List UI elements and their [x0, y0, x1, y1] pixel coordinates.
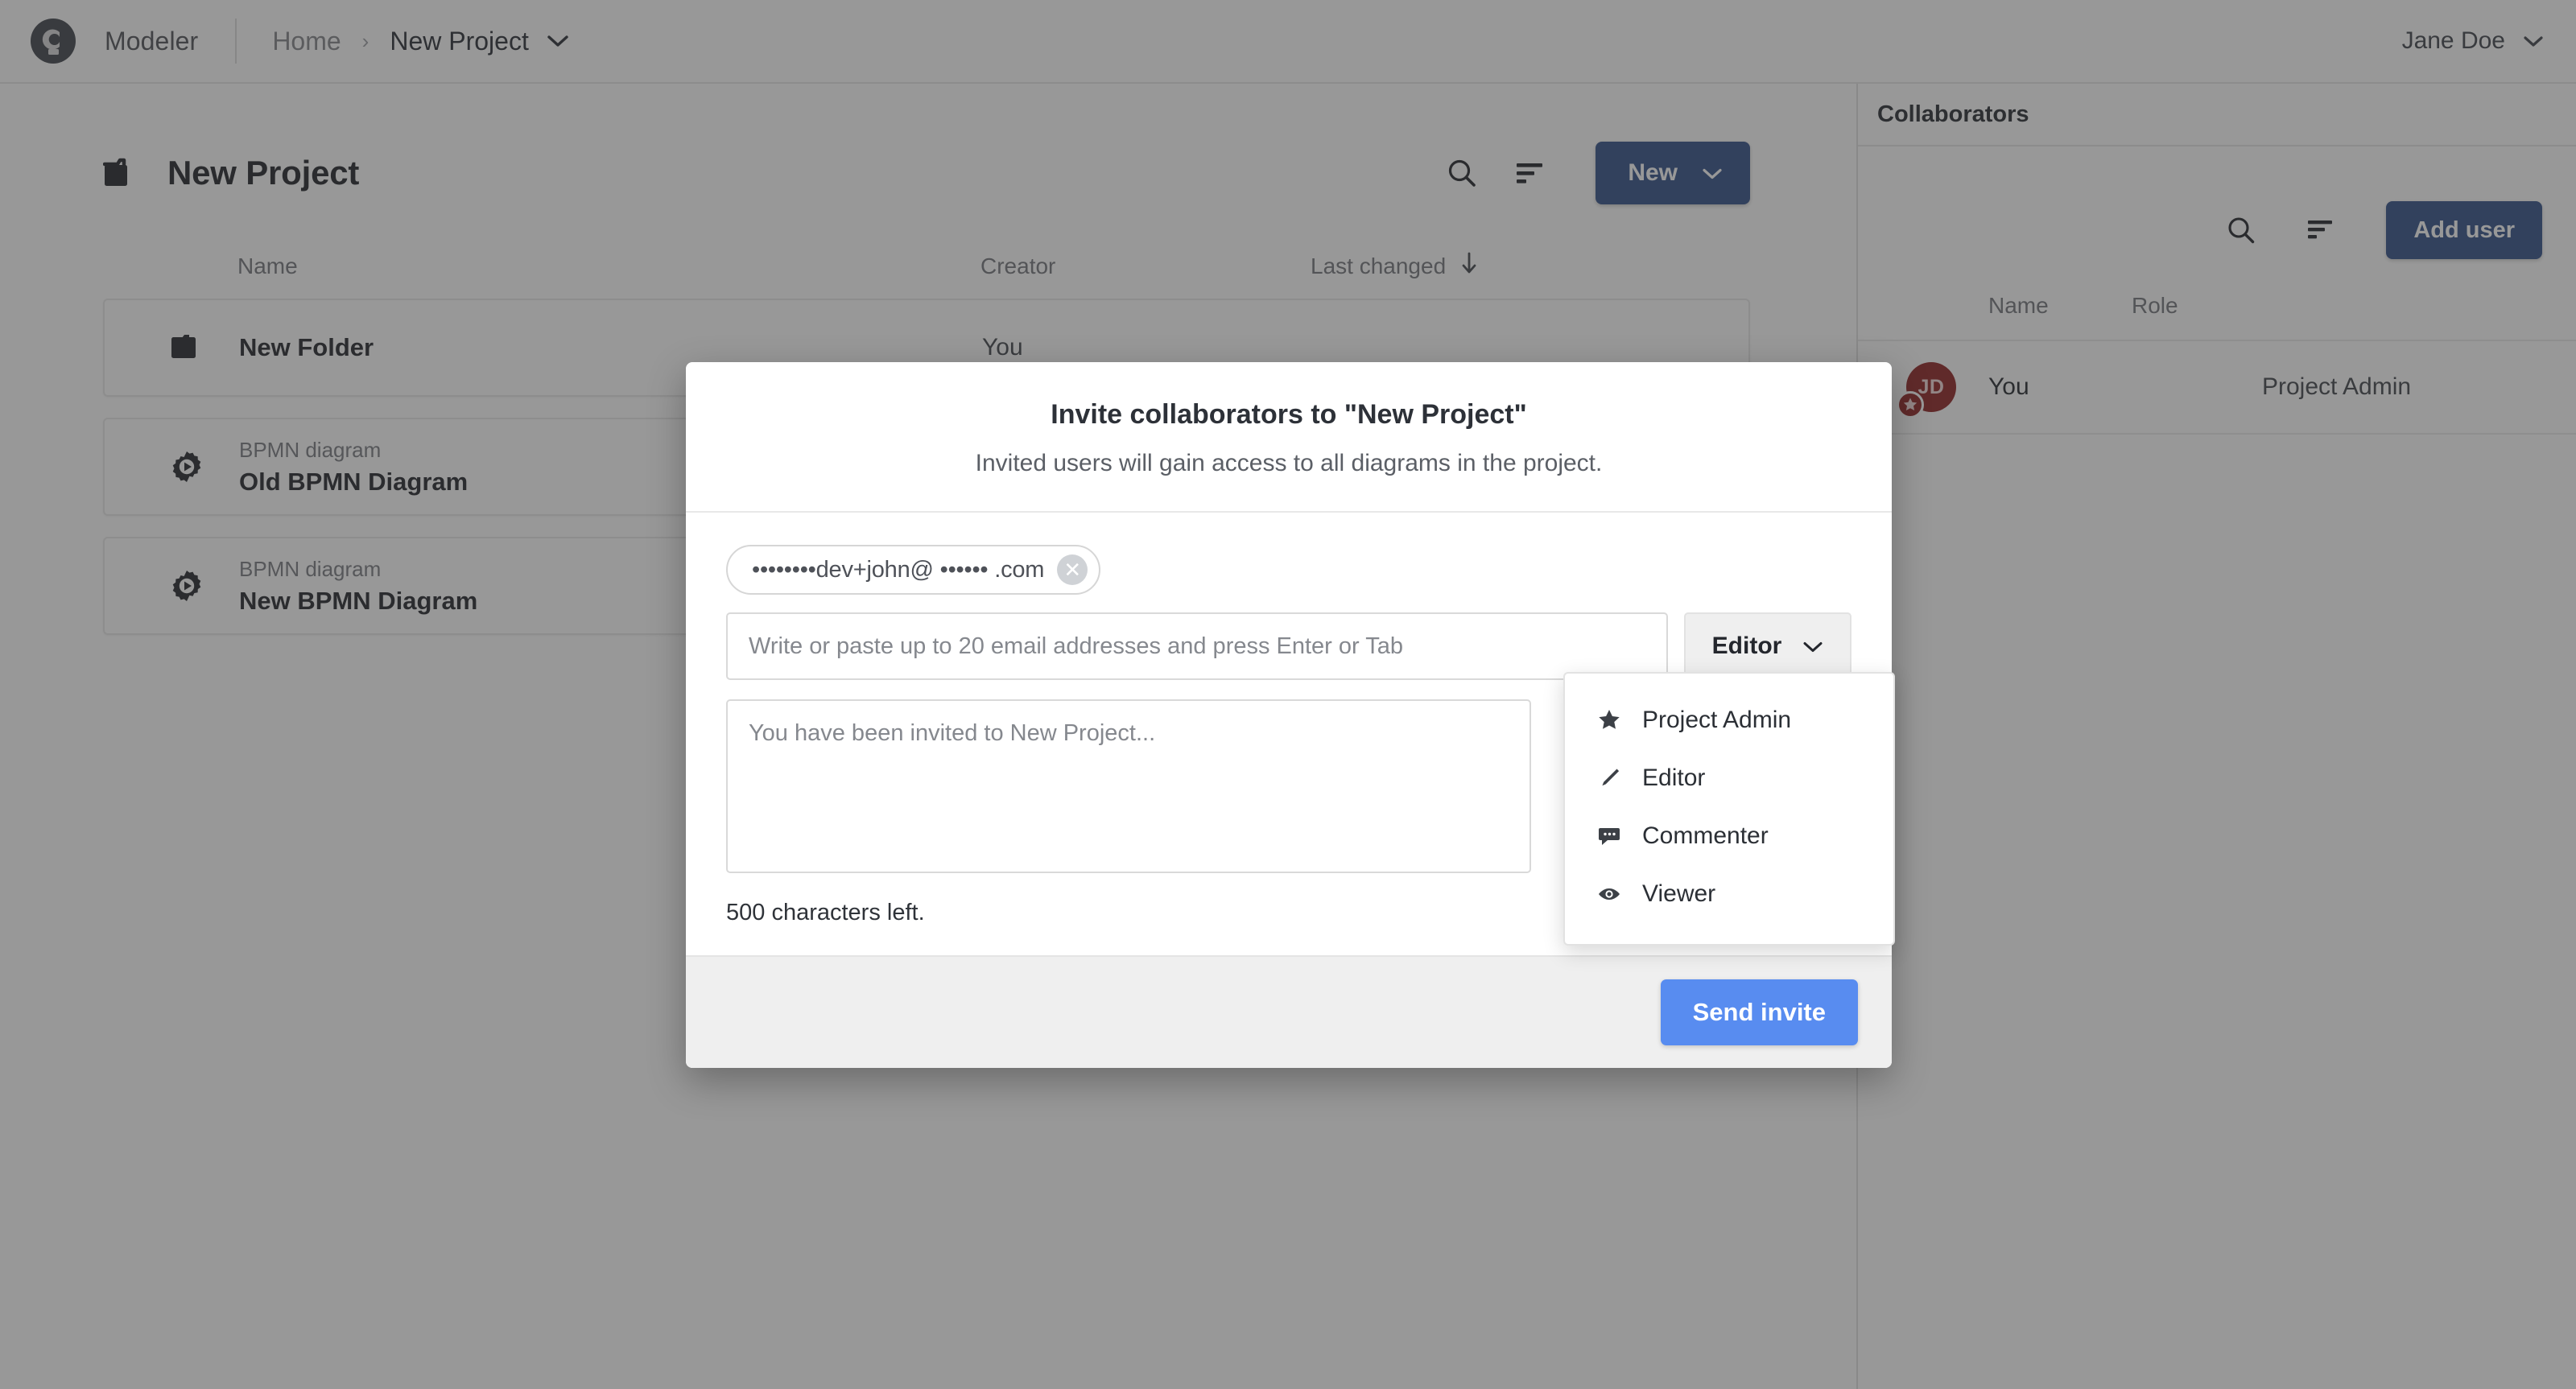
dialog-header: Invite collaborators to "New Project" In…	[686, 362, 1892, 513]
role-option-viewer[interactable]: Viewer	[1565, 865, 1893, 923]
pencil-icon	[1597, 766, 1642, 790]
email-input-row: Editor	[726, 612, 1852, 680]
dialog-body: ••••••••dev+john@ •••••• .com ✕ Editor 5…	[686, 513, 1892, 955]
role-dropdown-menu: Project Admin Editor	[1563, 672, 1895, 946]
send-invite-button[interactable]: Send invite	[1661, 979, 1858, 1045]
chevron-down-icon	[1802, 633, 1823, 660]
close-circle-icon[interactable]: ✕	[1057, 554, 1088, 585]
role-select-label: Editor	[1712, 633, 1782, 660]
role-option-commenter[interactable]: Commenter	[1565, 807, 1893, 865]
role-option-editor[interactable]: Editor	[1565, 749, 1893, 807]
invite-message-textarea[interactable]	[726, 699, 1531, 873]
role-option-label: Editor	[1642, 765, 1705, 792]
comment-icon	[1597, 824, 1642, 848]
role-option-label: Viewer	[1642, 880, 1715, 908]
dialog-footer: Send invite	[686, 955, 1892, 1068]
role-option-label: Project Admin	[1642, 707, 1791, 734]
invite-collaborators-dialog: Invite collaborators to "New Project" In…	[686, 362, 1892, 1068]
role-option-project-admin[interactable]: Project Admin	[1565, 691, 1893, 749]
email-chip-label: ••••••••dev+john@ •••••• .com	[752, 557, 1044, 583]
email-chip: ••••••••dev+john@ •••••• .com ✕	[726, 545, 1100, 595]
dialog-subtitle: Invited users will gain access to all di…	[734, 450, 1843, 477]
email-input[interactable]	[726, 612, 1668, 680]
role-option-label: Commenter	[1642, 822, 1769, 850]
dialog-title: Invite collaborators to "New Project"	[734, 399, 1843, 431]
star-icon	[1597, 708, 1642, 732]
eye-icon	[1597, 882, 1642, 906]
role-select-button[interactable]: Editor	[1684, 612, 1852, 680]
